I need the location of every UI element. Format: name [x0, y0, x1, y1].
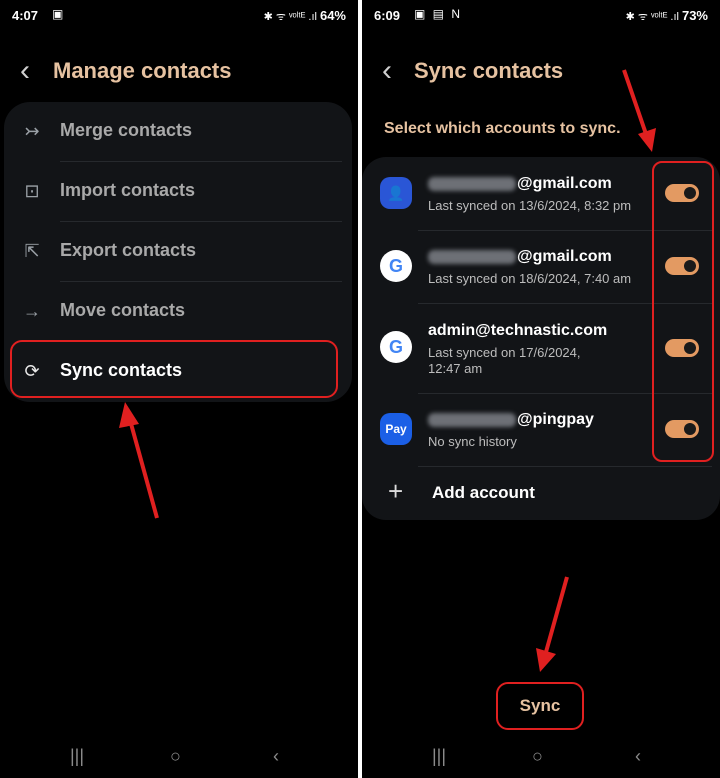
home-button[interactable]: ○ [532, 746, 543, 767]
back-button[interactable]: ‹ [273, 746, 279, 767]
pointer-arrows [536, 69, 656, 672]
back-button[interactable]: ‹ [635, 746, 641, 767]
manage-contacts-screen: 4:07 ▣ ✱ ᯤ ᵛᵒˡᵗᴱ .ıl 64% ‹ Manage contact… [0, 0, 358, 778]
navigation-bar: ||| ○ ‹ [0, 740, 358, 778]
recents-button[interactable]: ||| [432, 746, 446, 767]
recents-button[interactable]: ||| [70, 746, 84, 767]
home-button[interactable]: ○ [170, 746, 181, 767]
navigation-bar: ||| ○ ‹ [362, 740, 720, 778]
sync-contacts-screen: 6:09 ▣ ▤ N ✱ ᯤ ᵛᵒˡᵗᴱ .ıl 73% ‹ Sync conta… [362, 0, 720, 778]
pointer-arrow [119, 402, 159, 519]
